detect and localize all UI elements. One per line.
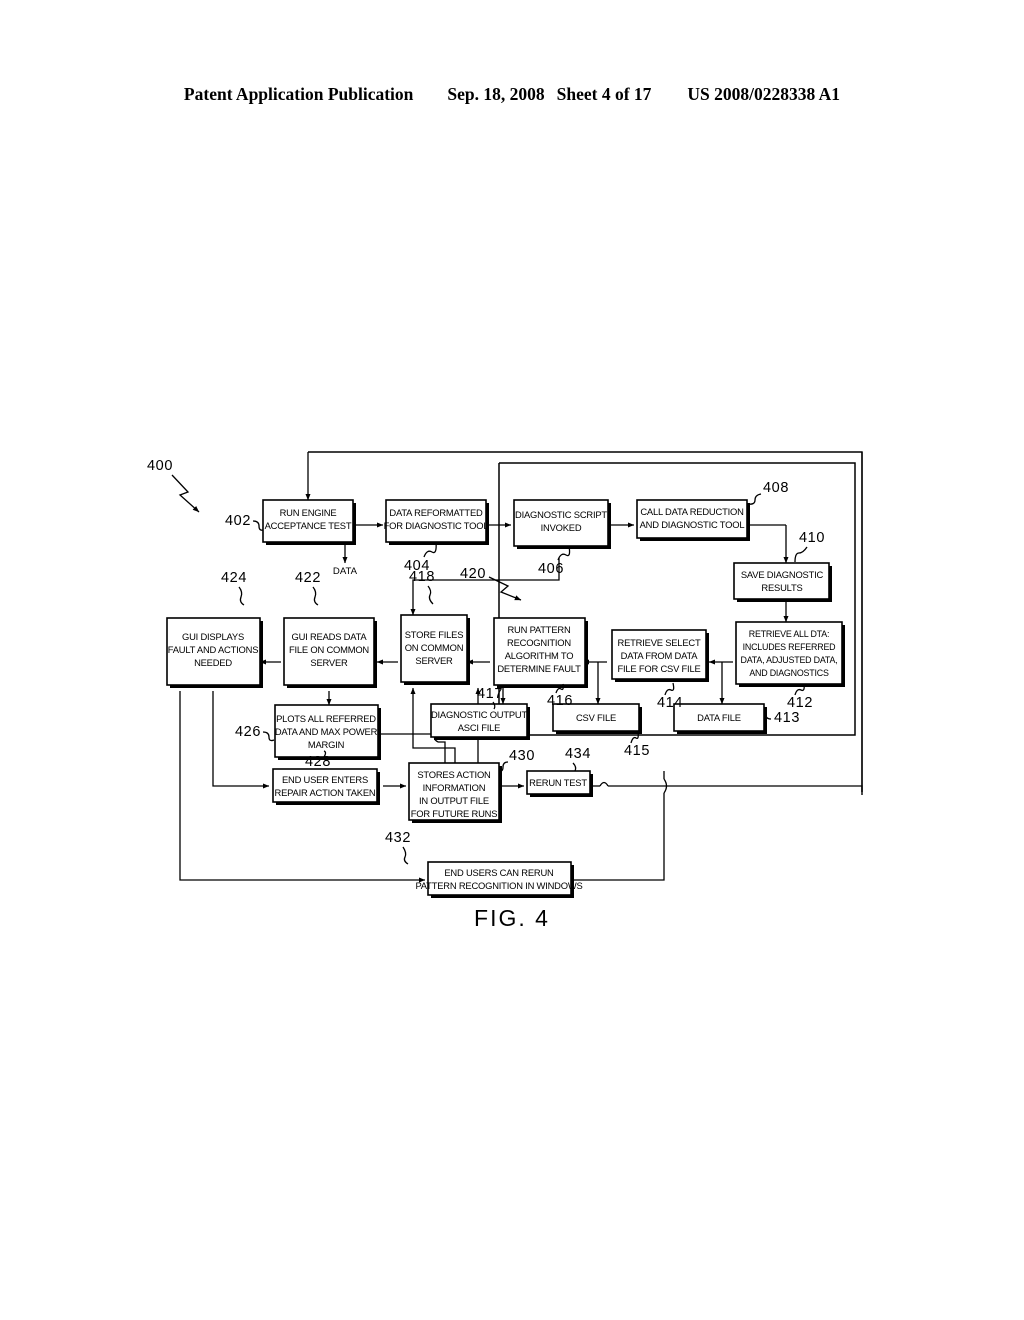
ref-430: 430	[509, 748, 535, 764]
node-422-line1: GUI READS DATA	[292, 631, 368, 642]
node-416-line2: RECOGNITION	[507, 637, 571, 648]
node-402-run-engine-acceptance-test[interactable]: RUN ENGINE ACCEPTANCE TEST	[262, 499, 356, 545]
figure-caption: FIG. 4	[474, 905, 550, 931]
node-430-line1: STORES ACTION	[417, 769, 490, 780]
ref-428: 428	[305, 754, 331, 770]
ref-422: 422	[295, 570, 321, 586]
node-404-line2: FOR DIAGNOSTIC TOOL	[384, 520, 489, 531]
edge-label-data: DATA	[333, 566, 358, 577]
node-428-line1: END USER ENTERS	[282, 774, 368, 785]
node-402-line1: RUN ENGINE	[280, 507, 337, 518]
node-406-line1: DIAGNOSTIC SCRIPT	[515, 509, 607, 520]
node-410-save-diagnostic-results[interactable]: SAVE DIAGNOSTIC RESULTS	[733, 562, 832, 602]
node-416-line1: RUN PATTERN	[507, 624, 570, 635]
node-410-line1: SAVE DIAGNOSTIC	[741, 569, 824, 580]
node-434-line1: RERUN TEST	[529, 777, 587, 788]
node-417-line2: ASCI FILE	[458, 722, 500, 733]
node-430-line4: FOR FUTURE RUNS	[411, 808, 498, 819]
ref-417: 417	[477, 686, 503, 702]
node-426-line3: MARGIN	[308, 739, 344, 750]
header-publication: Patent Application Publication	[183, 84, 414, 104]
ref-400: 400	[147, 458, 173, 474]
node-430-stores-action-information[interactable]: STORES ACTION INFORMATION IN OUTPUT FILE…	[408, 762, 502, 823]
node-426-line2: DATA AND MAX POWER	[275, 726, 378, 737]
node-418-line1: STORE FILES	[405, 629, 464, 640]
node-413-line1: DATA FILE	[697, 712, 741, 723]
figure-4-drawing: RUN ENGINE ACCEPTANCE TEST DATA REFORMAT…	[0, 430, 1024, 950]
ref-410: 410	[799, 530, 825, 546]
node-414-line2: DATA FROM DATA	[621, 650, 699, 661]
node-410-line2: RESULTS	[761, 582, 802, 593]
node-422-line2: FILE ON COMMON	[289, 644, 369, 655]
ref-420: 420	[460, 566, 486, 582]
node-416-run-pattern-recognition[interactable]: RUN PATTERN RECOGNITION ALGORITHM TO DET…	[493, 617, 588, 688]
node-417-diagnostic-output-asci-file[interactable]: DIAGNOSTIC OUTPUT ASCI FILE	[430, 703, 530, 740]
node-408-line1: CALL DATA REDUCTION	[640, 506, 743, 517]
node-413-data-file[interactable]: DATA FILE	[673, 703, 767, 734]
node-414-retrieve-select-data[interactable]: RETRIEVE SELECT DATA FROM DATA FILE FOR …	[611, 629, 709, 682]
header-date: Sep. 18, 2008	[447, 84, 545, 104]
ref-426: 426	[235, 724, 261, 740]
node-426-plots-all-referred-data[interactable]: PLOTS ALL REFERRED DATA AND MAX POWER MA…	[274, 704, 381, 760]
node-406-diagnostic-script-invoked[interactable]: DIAGNOSTIC SCRIPT INVOKED	[513, 499, 611, 549]
node-434-rerun-test[interactable]: RERUN TEST	[526, 770, 593, 797]
node-418-line3: SERVER	[415, 655, 453, 666]
node-416-line3: ALGORITHM TO	[505, 650, 574, 661]
node-412-line2: INCLUDES REFERRED	[743, 642, 836, 652]
node-412-line4: AND DIAGNOSTICS	[749, 668, 829, 678]
node-422-line3: SERVER	[310, 657, 348, 668]
node-404-line1: DATA REFORMATTED	[389, 507, 483, 518]
ref-402: 402	[225, 513, 251, 529]
ref-434: 434	[565, 746, 591, 762]
node-422-gui-reads-data-file[interactable]: GUI READS DATA FILE ON COMMON SERVER	[283, 617, 377, 688]
node-426-line1: PLOTS ALL REFERRED	[276, 713, 376, 724]
node-424-line2: FAULT AND ACTIONS	[168, 644, 259, 655]
node-428-end-user-enters-repair-action[interactable]: END USER ENTERS REPAIR ACTION TAKEN	[272, 768, 380, 805]
node-412-line1: RETRIEVE ALL DTA:	[749, 629, 829, 639]
node-424-line1: GUI DISPLAYS	[182, 631, 244, 642]
node-417-line1: DIAGNOSTIC OUTPUT	[431, 709, 528, 720]
node-416-line4: DETERMINE FAULT	[497, 663, 581, 674]
node-402-line2: ACCEPTANCE TEST	[265, 520, 352, 531]
node-432-end-users-can-rerun[interactable]: END USERS CAN RERUN PATTERN RECOGNITION …	[415, 861, 583, 898]
ref-406: 406	[538, 561, 564, 577]
ref-432: 432	[385, 830, 411, 846]
node-408-line2: AND DIAGNOSTIC TOOL	[640, 519, 745, 530]
node-412-retrieve-all-dta[interactable]: RETRIEVE ALL DTA: INCLUDES REFERRED DATA…	[735, 621, 845, 687]
ref-408: 408	[763, 480, 789, 496]
ref-424: 424	[221, 570, 247, 586]
ref-418: 418	[409, 569, 435, 585]
node-415-line1: CSV FILE	[576, 712, 616, 723]
node-412-line3: DATA, ADJUSTED DATA,	[741, 655, 838, 665]
node-424-line3: NEEDED	[194, 657, 232, 668]
node-418-store-files-on-common-server[interactable]: STORE FILES ON COMMON SERVER	[400, 614, 470, 685]
ref-412: 412	[787, 695, 813, 711]
node-406-line2: INVOKED	[541, 522, 582, 533]
ref-413: 413	[774, 710, 800, 726]
node-408-call-data-reduction[interactable]: CALL DATA REDUCTION AND DIAGNOSTIC TOOL	[636, 499, 750, 541]
header-docnum: US 2008/0228338 A1	[687, 84, 841, 104]
node-414-line3: FILE FOR CSV FILE	[617, 663, 700, 674]
node-404-data-reformatted[interactable]: DATA REFORMATTED FOR DIAGNOSTIC TOOL	[384, 499, 489, 545]
ref-416: 416	[547, 693, 573, 709]
node-430-line2: INFORMATION	[423, 782, 486, 793]
node-432-line2: PATTERN RECOGNITION IN WINDOWS	[415, 880, 582, 891]
node-428-line2: REPAIR ACTION TAKEN	[275, 787, 376, 798]
page-header: Patent Application Publication Sep. 18, 2…	[0, 84, 1024, 105]
node-418-line2: ON COMMON	[405, 642, 464, 653]
node-430-line3: IN OUTPUT FILE	[419, 795, 489, 806]
node-414-line1: RETRIEVE SELECT	[618, 637, 701, 648]
ref-414: 414	[657, 695, 683, 711]
header-sheet: Sheet 4 of 17	[556, 84, 652, 104]
ref-415: 415	[624, 743, 650, 759]
node-432-line1: END USERS CAN RERUN	[444, 867, 553, 878]
node-424-gui-displays-fault-and-actions[interactable]: GUI DISPLAYS FAULT AND ACTIONS NEEDED	[166, 617, 263, 688]
